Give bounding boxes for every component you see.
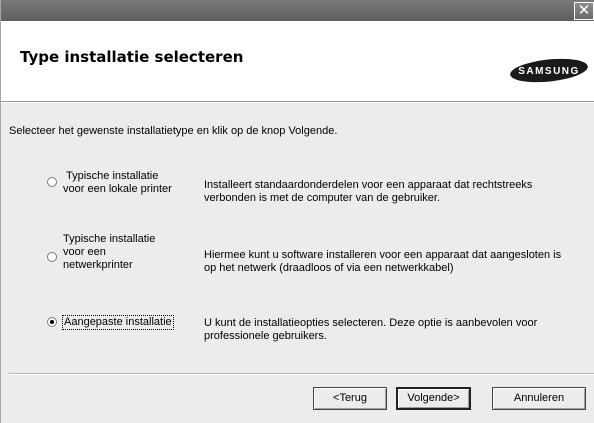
option-label[interactable]: Typische installatie voor een lokale pri… <box>63 170 172 196</box>
footer-divider <box>9 373 594 375</box>
option-label[interactable]: Typische installatie voor een netwerkpri… <box>63 233 155 272</box>
samsung-logo: SAMSUNG <box>510 58 588 83</box>
radio-network-printer[interactable] <box>47 252 57 262</box>
radio-custom-install[interactable] <box>47 317 57 327</box>
installer-dialog: ✕ Type installatie selecteren SAMSUNG Se… <box>0 0 594 423</box>
svg-text:SAMSUNG: SAMSUNG <box>518 66 580 77</box>
back-button[interactable]: <Terug <box>313 387 387 410</box>
option-description: Installeert standaardonderdelen voor een… <box>204 179 533 204</box>
title-bar[interactable]: ✕ <box>1 0 594 21</box>
cancel-button[interactable]: Annuleren <box>492 387 586 410</box>
option-description: U kunt de installatieopties selecteren. … <box>204 317 538 342</box>
option-description: Hiermee kunt u software installeren voor… <box>204 249 562 274</box>
option-label[interactable]: Aangepaste installatie <box>62 315 174 330</box>
next-button[interactable]: Volgende> <box>396 387 471 410</box>
page-title: Type installatie selecteren <box>20 48 244 66</box>
radio-local-printer[interactable] <box>47 177 57 187</box>
instruction-text: Selecteer het gewenste installatietype e… <box>9 125 338 137</box>
header-divider <box>1 102 594 103</box>
close-icon[interactable]: ✕ <box>574 2 594 20</box>
dialog-header: Type installatie selecteren SAMSUNG <box>1 21 594 102</box>
